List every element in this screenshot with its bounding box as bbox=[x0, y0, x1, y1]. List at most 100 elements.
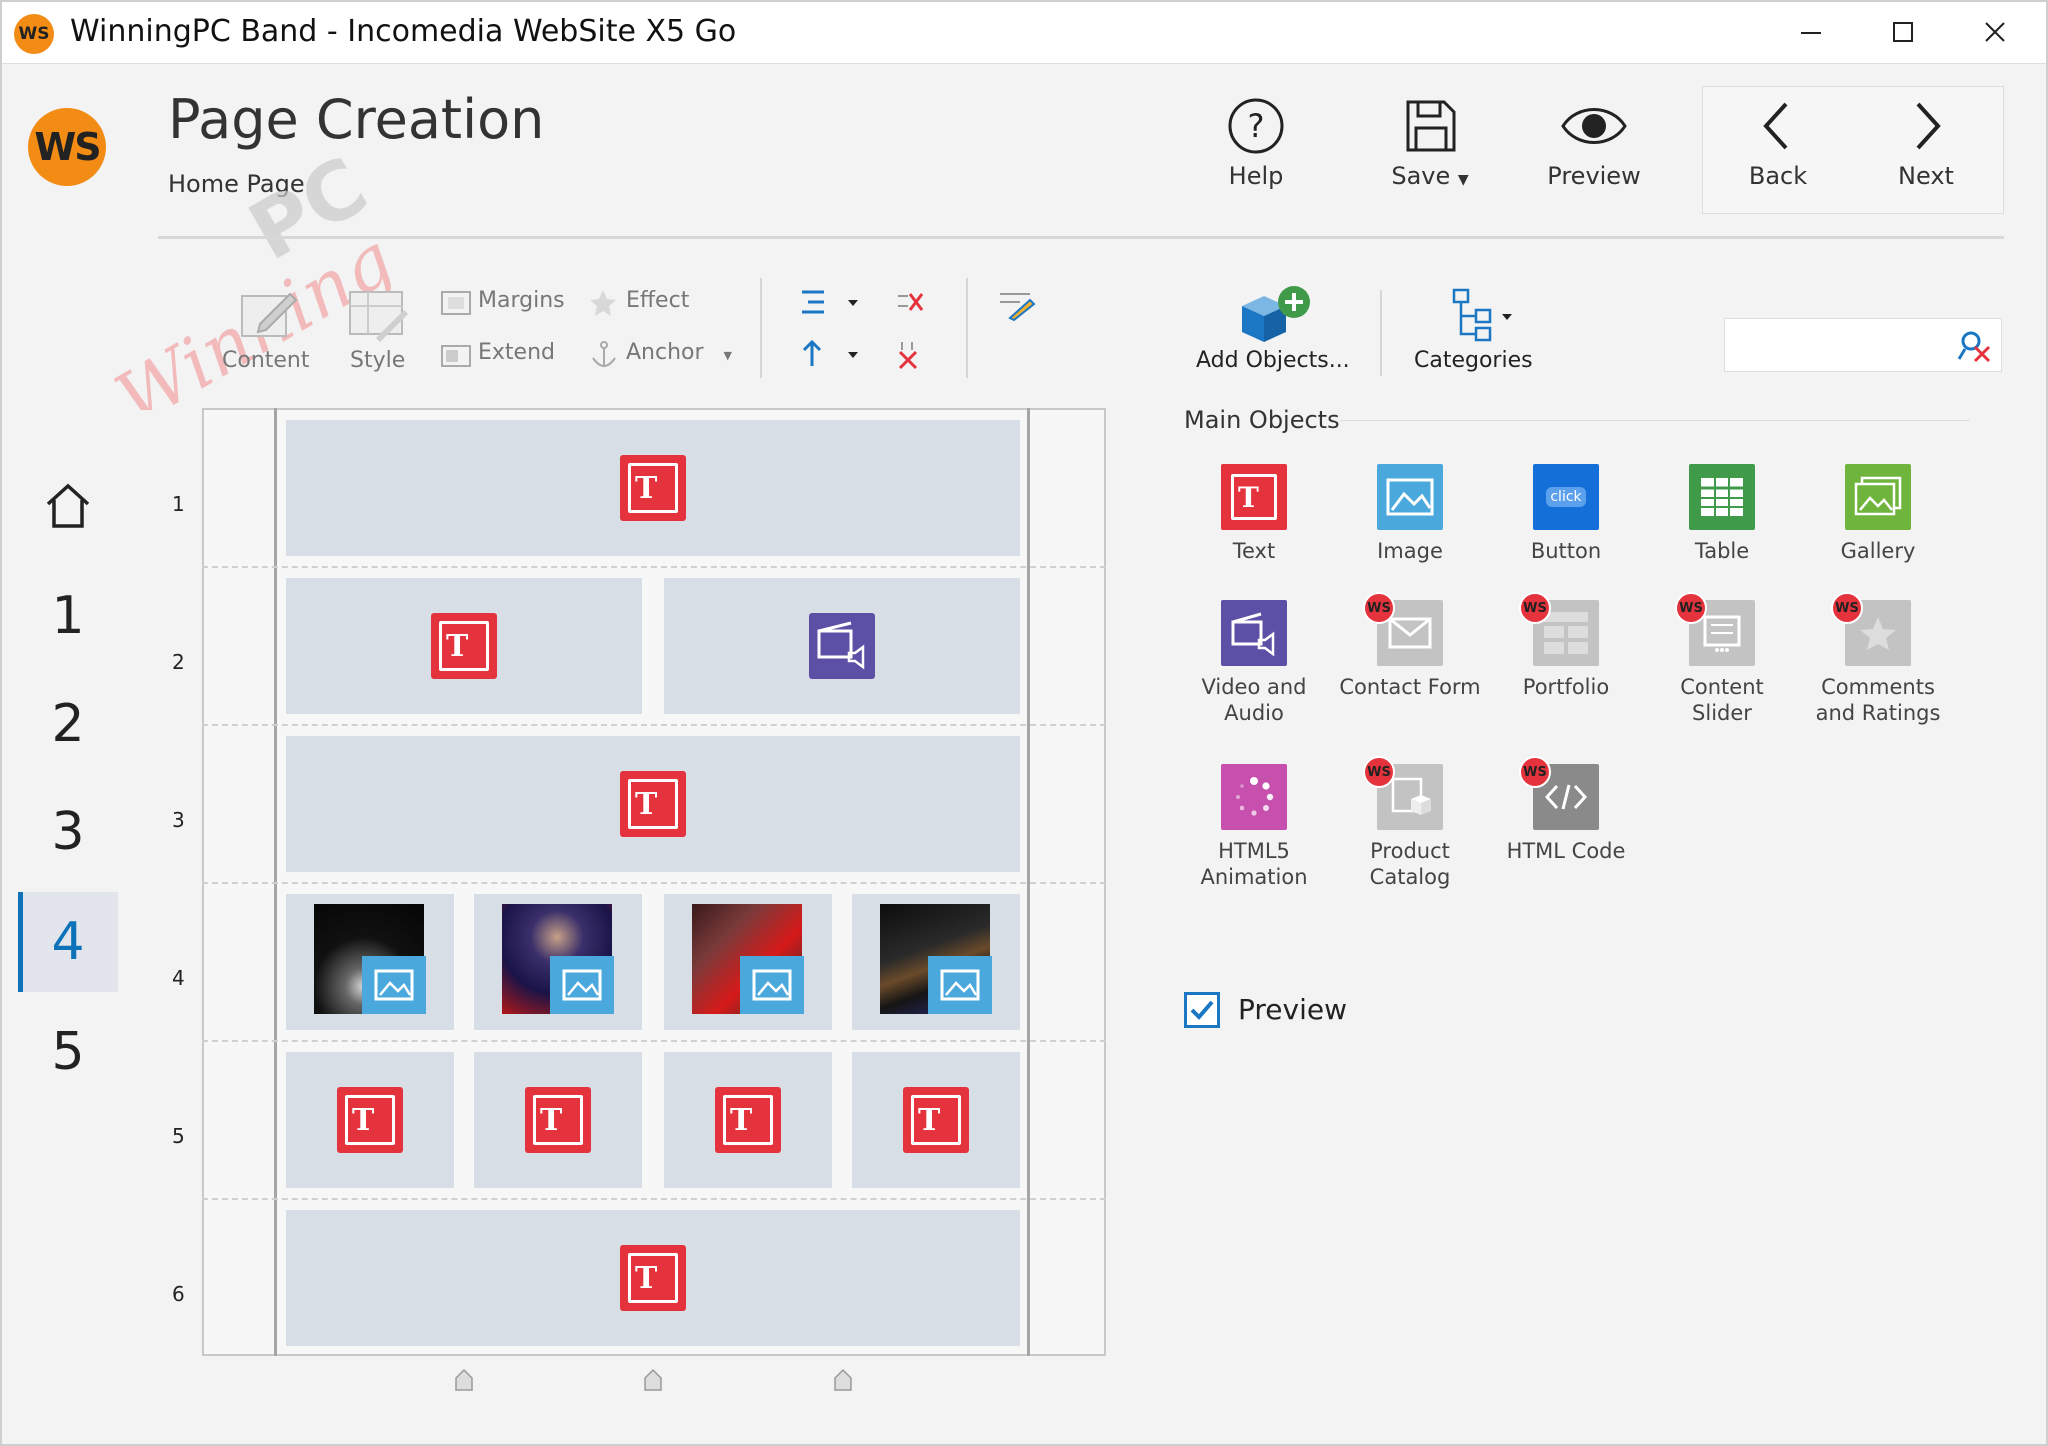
text-object-cell[interactable]: T bbox=[286, 1052, 454, 1188]
text-object-cell[interactable]: T bbox=[664, 1052, 832, 1188]
object-label: Portfolio bbox=[1522, 675, 1610, 699]
help-button[interactable]: ? Help bbox=[1186, 96, 1326, 206]
style-brush-icon bbox=[349, 291, 408, 342]
delete-icon bbox=[898, 342, 918, 370]
html-code-object-icon: WS bbox=[1519, 756, 1599, 830]
content-slider-object-icon: WS bbox=[1675, 592, 1755, 666]
eye-icon bbox=[1561, 108, 1627, 144]
search-clear-icon[interactable] bbox=[1957, 329, 1993, 363]
back-button[interactable]: Back bbox=[1708, 96, 1848, 206]
sidebar-item-home[interactable] bbox=[18, 456, 118, 556]
gallery-object-icon bbox=[1845, 464, 1911, 530]
object-html5-animation[interactable]: HTML5 Animation bbox=[1176, 764, 1332, 890]
object-content-slider[interactable]: WS Content Slider bbox=[1644, 592, 1800, 726]
object-html-code[interactable]: WS HTML Code bbox=[1488, 756, 1644, 864]
maximize-button[interactable] bbox=[1858, 0, 1948, 64]
text-object-icon: T bbox=[620, 455, 686, 521]
sidebar-item-step-5[interactable]: 5 bbox=[18, 1002, 118, 1102]
delete-icon bbox=[898, 293, 924, 311]
style-button[interactable] bbox=[346, 286, 410, 348]
format-painter-icon bbox=[1000, 293, 1036, 322]
band-photo-thumbnail bbox=[880, 904, 992, 1014]
section-divider bbox=[1340, 420, 1970, 421]
column-handle[interactable] bbox=[643, 1368, 663, 1392]
page-title: Page Creation bbox=[168, 88, 545, 151]
add-objects-label: Add Objects... bbox=[1196, 348, 1350, 373]
sidebar-item-step-3[interactable]: 3 bbox=[18, 782, 118, 882]
move-left-button[interactable] bbox=[798, 286, 858, 324]
margins-button[interactable]: Margins bbox=[478, 288, 565, 313]
object-label: Gallery bbox=[1840, 539, 1916, 563]
help-label: Help bbox=[1228, 162, 1284, 190]
close-icon bbox=[1985, 22, 2005, 42]
margins-icon bbox=[440, 290, 472, 320]
video-audio-object-icon bbox=[809, 613, 875, 679]
object-video-audio[interactable]: Video and Audio bbox=[1176, 600, 1332, 726]
pencil-icon bbox=[241, 292, 298, 337]
column-handle[interactable] bbox=[454, 1368, 474, 1392]
text-object-icon: T bbox=[525, 1087, 591, 1153]
effect-button[interactable]: Effect bbox=[626, 288, 689, 313]
video-audio-object-icon bbox=[1221, 600, 1287, 666]
object-label: Video and Audio bbox=[1201, 675, 1307, 725]
app-icon: WS bbox=[14, 14, 54, 54]
column-handle[interactable] bbox=[833, 1368, 853, 1392]
object-button[interactable]: click Button bbox=[1488, 464, 1644, 564]
content-button[interactable] bbox=[236, 286, 300, 348]
toolbar-separator bbox=[1380, 290, 1382, 376]
sidebar-item-step-1[interactable]: 1 bbox=[18, 566, 118, 666]
object-product-catalog[interactable]: WS Product Catalog bbox=[1332, 756, 1488, 890]
pro-badge: WS bbox=[1675, 592, 1707, 624]
maximize-icon bbox=[1893, 22, 1913, 42]
text-object-cell[interactable]: T bbox=[286, 420, 1020, 556]
preview-checkbox[interactable] bbox=[1184, 992, 1220, 1028]
text-object-cell[interactable]: T bbox=[474, 1052, 642, 1188]
object-label: Button bbox=[1530, 539, 1602, 563]
delete-column-button[interactable] bbox=[894, 288, 926, 322]
format-painter-button[interactable] bbox=[996, 288, 1036, 326]
text-object-icon: T bbox=[903, 1087, 969, 1153]
text-object-cell[interactable]: T bbox=[852, 1052, 1020, 1188]
object-gallery[interactable]: Gallery bbox=[1800, 464, 1956, 564]
html5-animation-object-icon bbox=[1221, 764, 1287, 830]
object-portfolio[interactable]: WS Portfolio bbox=[1488, 592, 1644, 700]
categories-label: Categories bbox=[1414, 348, 1533, 373]
object-contact-form[interactable]: WS Contact Form bbox=[1332, 592, 1488, 700]
main-objects-heading: Main Objects bbox=[1184, 406, 1340, 434]
row-number: 2 bbox=[172, 650, 185, 674]
next-button[interactable]: Next bbox=[1856, 96, 1996, 206]
minimize-button[interactable] bbox=[1766, 0, 1856, 64]
object-comments-ratings[interactable]: WS Comments and Ratings bbox=[1800, 592, 1956, 726]
video-object-cell[interactable] bbox=[664, 578, 1020, 714]
move-up-icon bbox=[802, 339, 858, 366]
close-button[interactable] bbox=[1950, 0, 2040, 64]
toolbar-separator bbox=[966, 278, 968, 378]
chevron-right-icon bbox=[1916, 102, 1941, 150]
preview-button[interactable]: Preview bbox=[1524, 96, 1664, 206]
object-label: Comments and Ratings bbox=[1815, 675, 1941, 725]
chevron-left-icon bbox=[1763, 102, 1788, 150]
text-object-cell[interactable]: T bbox=[286, 736, 1020, 872]
object-image[interactable]: Image bbox=[1332, 464, 1488, 564]
object-text[interactable]: T Text bbox=[1176, 464, 1332, 564]
row-divider bbox=[202, 724, 1106, 726]
extend-button[interactable]: Extend bbox=[478, 340, 555, 365]
text-object-cell[interactable]: T bbox=[286, 578, 642, 714]
move-up-button[interactable] bbox=[798, 338, 858, 376]
object-table[interactable]: Table bbox=[1644, 464, 1800, 564]
delete-row-button[interactable] bbox=[894, 340, 926, 374]
text-object-cell[interactable]: T bbox=[286, 1210, 1020, 1346]
save-button[interactable]: Save ▼ bbox=[1360, 96, 1500, 206]
categories-tree-icon bbox=[1452, 288, 1512, 342]
search-input[interactable] bbox=[1724, 318, 2002, 372]
button-object-icon: click bbox=[1533, 464, 1599, 530]
image-object-icon bbox=[550, 956, 614, 1014]
sidebar-item-step-4[interactable]: 4 bbox=[18, 892, 118, 992]
row-number: 5 bbox=[172, 1124, 185, 1148]
checkmark-icon bbox=[1190, 1000, 1214, 1020]
preview-checkbox-label[interactable]: Preview bbox=[1238, 993, 1347, 1026]
sidebar-item-step-2[interactable]: 2 bbox=[18, 674, 118, 774]
add-objects-button[interactable] bbox=[1234, 280, 1314, 352]
anchor-button[interactable]: Anchor ▼ bbox=[626, 340, 732, 365]
categories-button[interactable] bbox=[1448, 286, 1518, 350]
